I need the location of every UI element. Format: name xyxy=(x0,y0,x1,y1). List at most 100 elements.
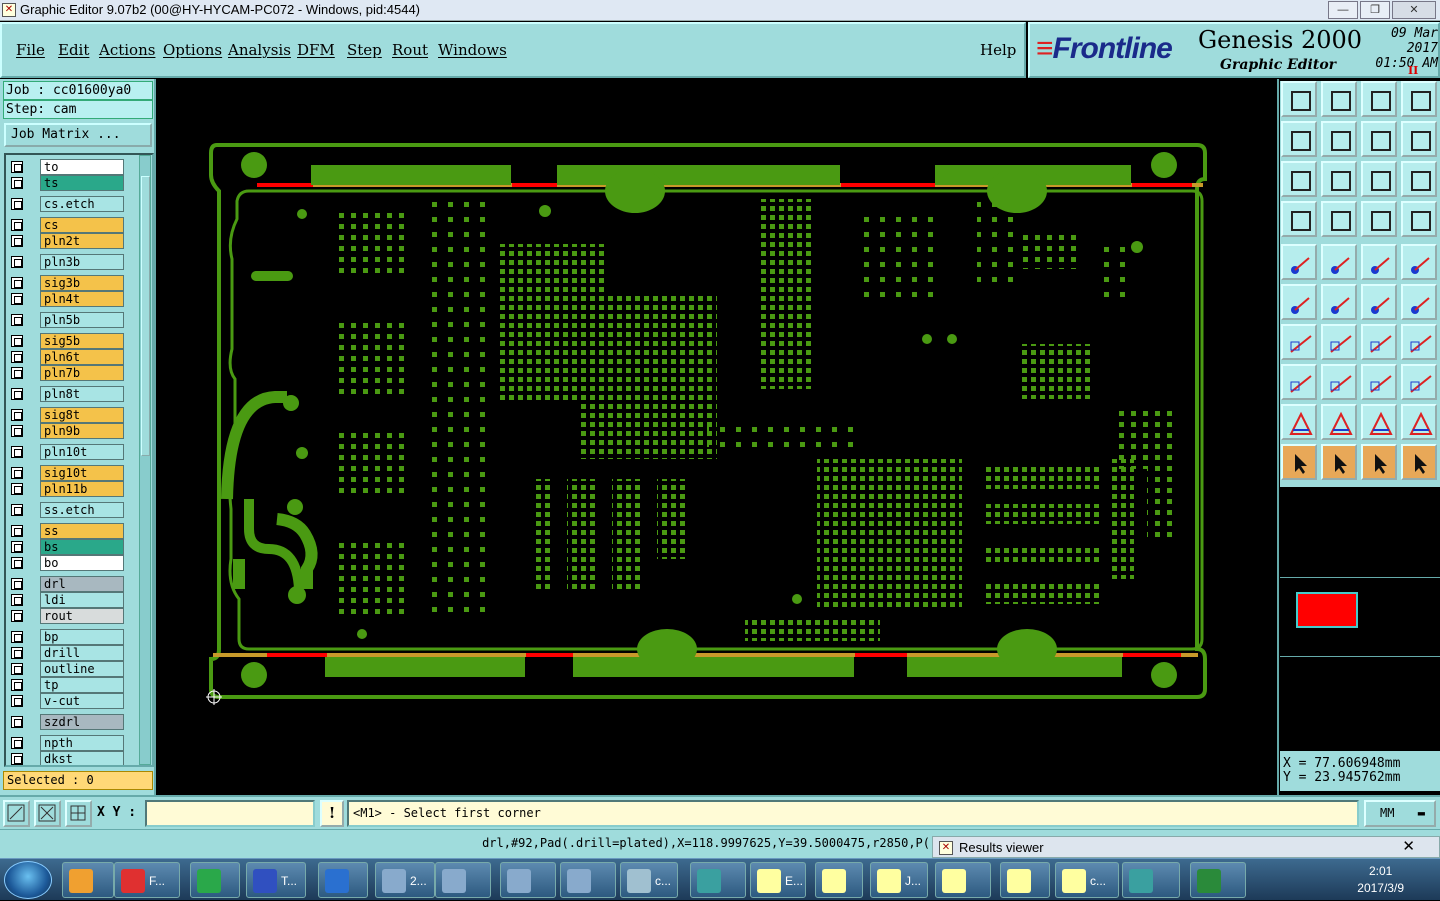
start-button[interactable] xyxy=(4,861,52,899)
layer-checkbox[interactable] xyxy=(11,541,23,553)
taskbar-item[interactable] xyxy=(1000,862,1050,898)
layer-checkbox[interactable] xyxy=(11,335,23,347)
layer-name[interactable]: dkst xyxy=(40,751,124,765)
layer-row-pln11b[interactable]: pln11b xyxy=(6,481,126,497)
menu-dfm[interactable]: DFM xyxy=(297,41,335,59)
layer-row-dkst[interactable]: dkst xyxy=(6,751,126,765)
taskbar-item[interactable]: F... xyxy=(114,862,180,898)
cross-icon[interactable] xyxy=(1321,284,1357,320)
pointer2-icon[interactable] xyxy=(1321,444,1357,480)
layer-name[interactable]: pln5b xyxy=(40,312,124,328)
layer-checkbox[interactable] xyxy=(11,467,23,479)
layer-name[interactable]: sig8t xyxy=(40,407,124,423)
layer-checkbox[interactable] xyxy=(11,737,23,749)
zoom-home-icon[interactable] xyxy=(1321,161,1357,197)
taskbar-item[interactable] xyxy=(318,862,368,898)
circle-icon[interactable] xyxy=(1401,244,1437,280)
fit-icon[interactable] xyxy=(1281,161,1317,197)
layer-row-ss[interactable]: ss xyxy=(6,523,126,539)
layer-name[interactable]: tp xyxy=(40,677,124,693)
layer-row-pln2t[interactable]: pln2t xyxy=(6,233,126,249)
snap-right-icon[interactable] xyxy=(1321,121,1357,157)
layer-checkbox[interactable] xyxy=(11,663,23,675)
triangle4-icon[interactable] xyxy=(1401,404,1437,440)
layer-name[interactable]: sig5b xyxy=(40,333,124,349)
layer-row-drl[interactable]: drl xyxy=(6,576,126,592)
layer-row-ss.etch[interactable]: ss.etch xyxy=(6,502,126,518)
layer-name[interactable]: ts xyxy=(40,175,124,191)
rotate-icon[interactable] xyxy=(1361,324,1397,360)
layer-checkbox[interactable] xyxy=(11,557,23,569)
layer-checkbox[interactable] xyxy=(11,594,23,606)
route-icon[interactable] xyxy=(1401,444,1437,480)
compare2-icon[interactable] xyxy=(1401,201,1437,237)
save-icon[interactable] xyxy=(1321,81,1357,117)
layer-checkbox[interactable] xyxy=(11,256,23,268)
maximize-button[interactable]: ❐ xyxy=(1360,1,1390,19)
layer-checkbox[interactable] xyxy=(11,367,23,379)
pointer-icon[interactable] xyxy=(1281,444,1317,480)
layer-row-pln4t[interactable]: pln4t xyxy=(6,291,126,307)
layer-checkbox[interactable] xyxy=(11,388,23,400)
layer-name[interactable]: ss.etch xyxy=(40,502,124,518)
taskbar-item[interactable] xyxy=(935,862,991,898)
layer-checkbox[interactable] xyxy=(11,277,23,289)
close-button[interactable]: ✕ xyxy=(1392,1,1436,19)
taskbar-item[interactable]: E... xyxy=(750,862,806,898)
layer-row-pln5b[interactable]: pln5b xyxy=(6,312,126,328)
layer-checkbox[interactable] xyxy=(11,409,23,421)
layer-row-drill[interactable]: drill xyxy=(6,645,126,661)
triangle-icon[interactable] xyxy=(1281,404,1317,440)
width-icon[interactable] xyxy=(1361,364,1397,400)
layer-name[interactable]: pln11b xyxy=(40,481,124,497)
home-icon[interactable] xyxy=(1361,81,1397,117)
graphic-canvas[interactable] xyxy=(157,79,1277,795)
layer-name[interactable]: pln2t xyxy=(40,233,124,249)
layer-checkbox[interactable] xyxy=(11,679,23,691)
menu-edit[interactable]: Edit xyxy=(58,41,89,59)
layer-row-bs[interactable]: bs xyxy=(6,539,126,555)
minimize-button[interactable]: — xyxy=(1328,1,1358,19)
zoom-1-2-icon[interactable] xyxy=(1361,161,1397,197)
taskbar-item[interactable]: T... xyxy=(246,862,306,898)
taskbar-item[interactable]: c... xyxy=(620,862,678,898)
taskbar-item[interactable] xyxy=(1190,862,1246,898)
layer-checkbox[interactable] xyxy=(11,177,23,189)
job-matrix-button[interactable]: Job Matrix ... xyxy=(4,123,152,147)
layer-checkbox[interactable] xyxy=(11,695,23,707)
help-icon[interactable] xyxy=(1401,161,1437,197)
menu-rout[interactable]: Rout xyxy=(392,41,428,59)
diag-icon[interactable] xyxy=(1321,324,1357,360)
layer-row-cs.etch[interactable]: cs.etch xyxy=(6,196,126,212)
layer-checkbox[interactable] xyxy=(11,425,23,437)
layer-row-sig8t[interactable]: sig8t xyxy=(6,407,126,423)
layer-name[interactable]: outline xyxy=(40,661,124,677)
layer-row-rout[interactable]: rout xyxy=(6,608,126,624)
layer-name[interactable]: pln9b xyxy=(40,423,124,439)
text-f-icon[interactable] xyxy=(1401,324,1437,360)
layer-name[interactable]: to xyxy=(40,159,124,175)
taskbar-item[interactable] xyxy=(62,862,114,898)
xy-input[interactable] xyxy=(145,800,315,827)
layer-name[interactable]: sig3b xyxy=(40,275,124,291)
layer-row-outline[interactable]: outline xyxy=(6,661,126,677)
layer-checkbox[interactable] xyxy=(11,753,23,765)
measure-icon[interactable] xyxy=(34,800,61,827)
layer-checkbox[interactable] xyxy=(11,716,23,728)
layer-scrollbar[interactable] xyxy=(139,155,151,765)
grid-view-icon[interactable] xyxy=(1321,201,1357,237)
layer-name[interactable]: drl xyxy=(40,576,124,592)
layer-name[interactable]: npth xyxy=(40,735,124,751)
layer-checkbox[interactable] xyxy=(11,610,23,622)
layer-name[interactable]: pln10t xyxy=(40,444,124,460)
scrollbar-thumb[interactable] xyxy=(141,176,150,456)
layer-name[interactable]: bo xyxy=(40,555,124,571)
layer-row-sig5b[interactable]: sig5b xyxy=(6,333,126,349)
layer-checkbox[interactable] xyxy=(11,504,23,516)
layer-row-pln3b[interactable]: pln3b xyxy=(6,254,126,270)
move-icon[interactable] xyxy=(1321,244,1357,280)
results-viewer-window[interactable]: ✕ Results viewer ✕ xyxy=(932,836,1440,858)
shape-icon[interactable] xyxy=(1401,364,1437,400)
menu-file[interactable]: File xyxy=(16,41,45,59)
layer-row-bo[interactable]: bo xyxy=(6,555,126,571)
